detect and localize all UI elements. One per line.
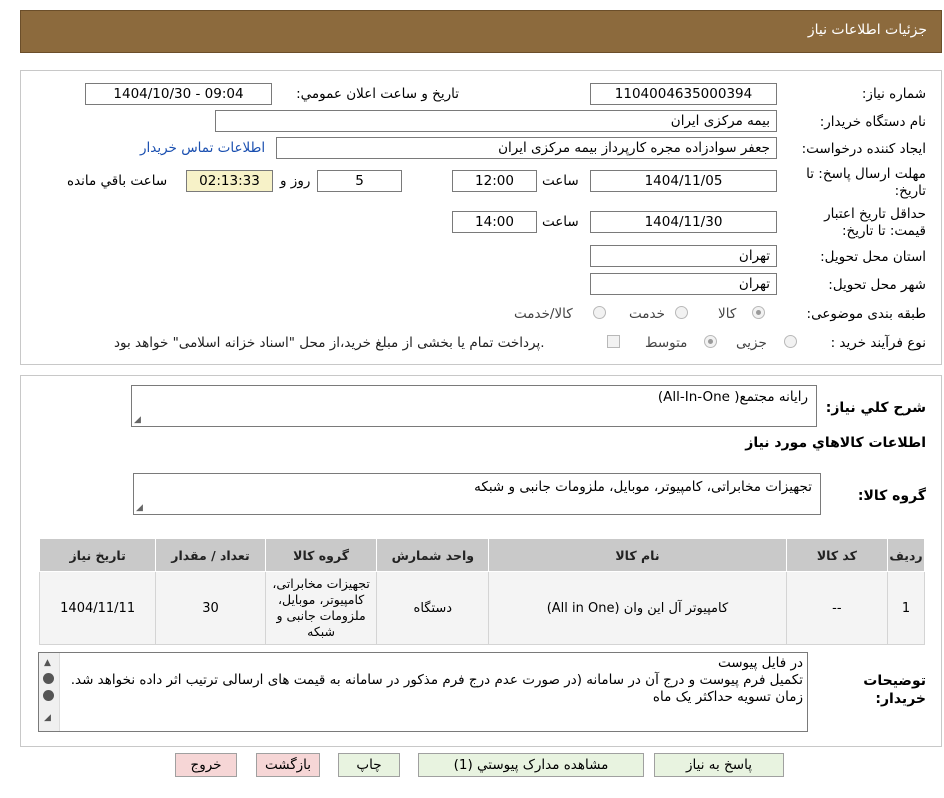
buyer-notes-label: توضيحات خريدار:	[863, 673, 926, 707]
treasury-checkbox[interactable]	[607, 335, 620, 348]
exit-button[interactable]: خروج	[175, 753, 237, 777]
goods-group-label: گروه کالا:	[857, 488, 926, 504]
days-label: روز و	[280, 173, 311, 189]
process-option-medium: متوسط	[645, 335, 688, 351]
reply-button[interactable]: پاسخ به نياز	[654, 753, 784, 777]
category-option-goods: کالا	[718, 306, 737, 322]
page-title: جزئيات اطلاعات نياز	[807, 22, 927, 38]
remaining-time-label: ساعت باقي مانده	[67, 173, 168, 189]
col-unit: واحد شمارش	[376, 538, 490, 572]
process-radio-medium[interactable]	[704, 335, 717, 348]
view-attachments-button[interactable]: مشاهده مدارک پيوستي (1)	[418, 753, 644, 777]
category-option-service: خدمت	[629, 306, 665, 322]
reply-deadline-label: مهلت ارسال پاسخ: تا تاریخ:	[806, 166, 926, 199]
reply-time-label: ساعت	[542, 173, 579, 189]
cell-code: --	[785, 571, 889, 645]
cell-name: کامپیوتر آل این وان (All in One)	[488, 571, 787, 645]
col-date: تاريخ نياز	[38, 538, 157, 572]
print-button[interactable]: چاپ	[338, 753, 400, 777]
scroll-down-icon[interactable]: ◢	[44, 713, 51, 723]
goods-info-title: اطلاعات کالاهاي مورد نياز	[745, 435, 926, 451]
col-qty: تعداد / مقدار	[155, 538, 266, 572]
scroll-up-icon[interactable]: ▲	[44, 658, 51, 668]
cell-qty: 30	[155, 571, 266, 645]
cell-date: 1404/11/11	[38, 571, 157, 645]
cell-group: تجهیزات مخابراتی، کامپیوتر، موبایل، ملزو…	[264, 571, 378, 645]
need-number-field[interactable]: 1104004635000394	[590, 83, 777, 105]
col-group: گروه کالا	[264, 538, 378, 572]
category-label: طبقه بندی موضوعی:	[806, 306, 926, 322]
buyer-org-label: نام دستگاه خريدار:	[819, 114, 926, 130]
col-name: نام کالا	[488, 538, 787, 572]
province-field[interactable]: تهران	[590, 245, 777, 267]
province-label: استان محل تحويل:	[820, 249, 926, 265]
page-header: جزئيات اطلاعات نياز	[20, 10, 942, 53]
scroll-thumb-icon[interactable]	[43, 673, 54, 684]
need-number-label: شماره نياز:	[861, 86, 926, 102]
category-radio-service[interactable]	[675, 306, 688, 319]
summary-text: رایانه مجتمع( All-In-One)	[657, 389, 808, 405]
validity-time-label: ساعت	[542, 214, 579, 230]
resize-grip-icon[interactable]: ◢	[136, 503, 143, 513]
buyer-note-line: زمان تسویه حداکثر یک ماه	[652, 689, 803, 705]
goods-group-textarea[interactable]: تجهیزات مخابراتی، کامپیوتر، موبایل، ملزو…	[133, 473, 821, 515]
validity-label: حداقل تاريخ اعتبار قيمت: تا تاريخ:	[824, 206, 926, 239]
buyer-org-field[interactable]: بیمه مرکزی ایران	[215, 110, 777, 132]
city-label: شهر محل تحويل:	[828, 277, 926, 293]
treasury-note: پرداخت تمام یا بخشی از مبلغ خرید،از محل …	[114, 335, 545, 351]
col-code: کد کالا	[785, 538, 889, 572]
buyer-note-line: تکمیل فرم پیوست و درج آن در سامانه (در ص…	[70, 672, 803, 688]
validity-date-field[interactable]: 1404/11/30	[590, 211, 777, 233]
process-option-minor: جزیی	[736, 335, 767, 351]
notes-scrollbar[interactable]: ▲ ◢	[39, 653, 60, 731]
process-radio-minor[interactable]	[784, 335, 797, 348]
summary-textarea[interactable]: رایانه مجتمع( All-In-One) ◢	[131, 385, 817, 427]
back-button[interactable]: بازگشت	[256, 753, 320, 777]
days-field[interactable]: 5	[317, 170, 402, 192]
items-table: رديف کد کالا نام کالا واحد شمارش گروه کا…	[38, 538, 925, 645]
requester-label: ايجاد کننده درخواست:	[801, 141, 926, 157]
remaining-time-field: 02:13:33	[186, 170, 273, 192]
announce-datetime-field[interactable]: 1404/10/30 - 09:04	[85, 83, 272, 105]
city-field[interactable]: تهران	[590, 273, 777, 295]
cell-row: 1	[887, 571, 925, 645]
requester-field[interactable]: جعفر سوادزاده مجره کارپرداز بیمه مرکزی ا…	[276, 137, 777, 159]
buyer-notes-textarea[interactable]: در فایل پیوست تکمیل فرم پیوست و درج آن د…	[38, 652, 808, 732]
cell-unit: دستگاه	[376, 571, 490, 645]
summary-label: شرح کلي نياز:	[825, 400, 926, 416]
buyer-note-line: در فایل پیوست	[717, 655, 803, 671]
category-radio-goods-service[interactable]	[593, 306, 606, 319]
reply-date-field[interactable]: 1404/11/05	[590, 170, 777, 192]
category-radio-goods[interactable]	[752, 306, 765, 319]
validity-time-field[interactable]: 14:00	[452, 211, 537, 233]
table-row[interactable]: 1 -- کامپیوتر آل این وان (All in One) دس…	[38, 571, 925, 645]
goods-group-text: تجهیزات مخابراتی، کامپیوتر، موبایل، ملزو…	[474, 479, 812, 495]
category-option-goods-service: کالا/خدمت	[514, 306, 573, 322]
col-row: رديف	[887, 538, 925, 572]
resize-grip-icon[interactable]: ◢	[134, 415, 141, 425]
table-header-row: رديف کد کالا نام کالا واحد شمارش گروه کا…	[38, 538, 925, 572]
buyer-contact-link[interactable]: اطلاعات تماس خريدار	[140, 140, 265, 156]
announce-label: تاريخ و ساعت اعلان عمومي:	[296, 86, 459, 102]
scroll-thumb-icon[interactable]	[43, 690, 54, 701]
process-label: نوع فرآيند خريد :	[830, 335, 926, 351]
reply-time-field[interactable]: 12:00	[452, 170, 537, 192]
